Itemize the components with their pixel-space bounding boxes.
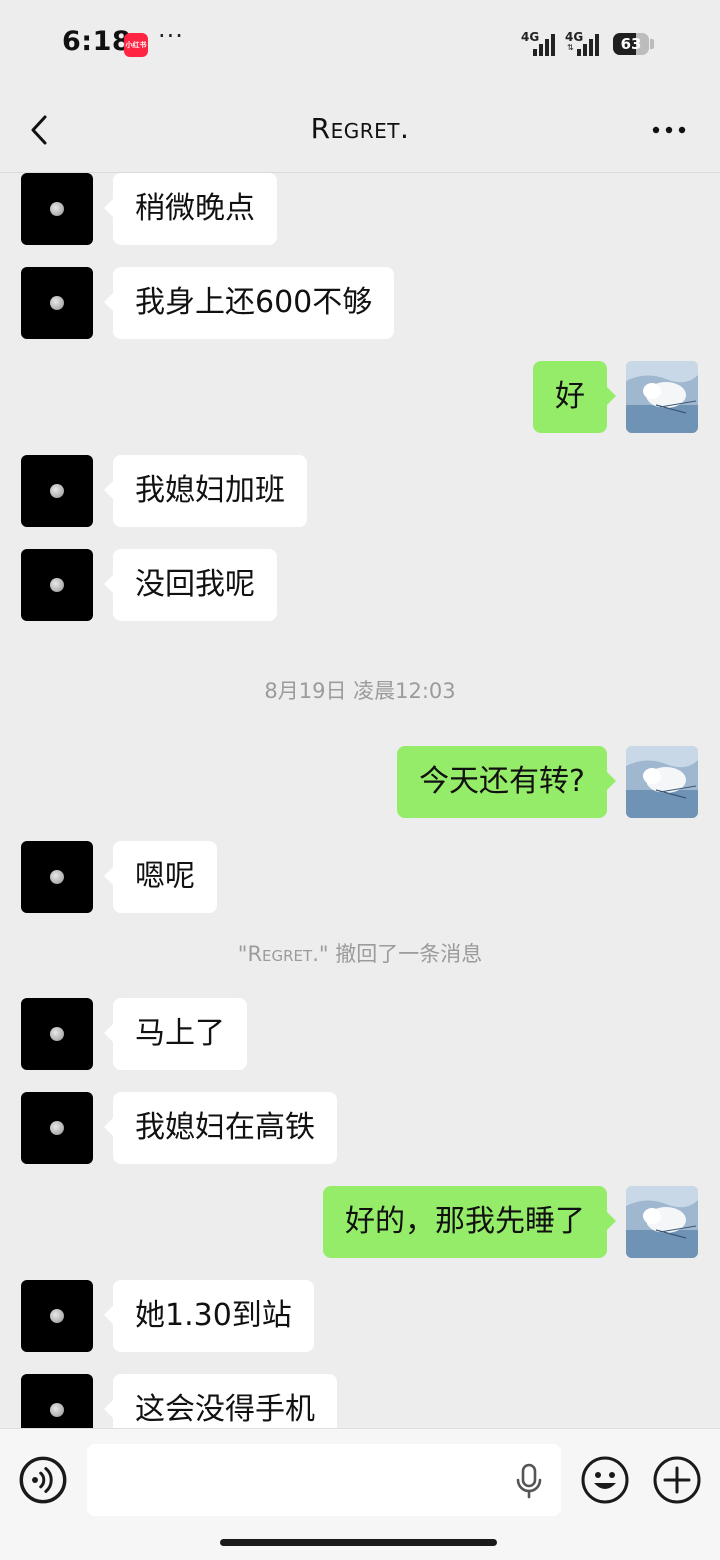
message-list[interactable]: 稍微晚点我身上还600不够好我媳妇加班没回我呢 8月19日 凌晨12:03 今天还有… bbox=[0, 173, 720, 1428]
contact-avatar[interactable] bbox=[21, 267, 93, 339]
message-bubble[interactable]: 马上了 bbox=[104, 998, 247, 1070]
contact-avatar[interactable] bbox=[21, 173, 93, 245]
outgoing-message: 好的，那我先睡了 bbox=[0, 1186, 720, 1260]
moon-icon bbox=[50, 1309, 64, 1323]
incoming-message: 她1.30到站 bbox=[0, 1280, 720, 1354]
message-bubble[interactable]: 我媳妇在高铁 bbox=[104, 1092, 337, 1164]
incoming-message: 我媳妇加班 bbox=[0, 455, 720, 529]
contact-avatar[interactable] bbox=[21, 841, 93, 913]
incoming-message: 我身上还600不够 bbox=[0, 267, 720, 341]
avatar-image bbox=[626, 746, 698, 818]
signal-bars-icon bbox=[533, 34, 557, 56]
avatar-image bbox=[626, 1186, 698, 1258]
message-bubble[interactable]: 嗯呢 bbox=[104, 841, 217, 913]
my-avatar[interactable] bbox=[626, 1186, 698, 1258]
data-arrows-icon: ⇅ bbox=[567, 43, 574, 52]
moon-icon bbox=[50, 202, 64, 216]
message-bubble[interactable]: 没回我呢 bbox=[104, 549, 277, 621]
incoming-message: 马上了 bbox=[0, 998, 720, 1072]
incoming-message: 嗯呢 bbox=[0, 841, 720, 915]
more-notifications-icon: ··· bbox=[158, 22, 184, 50]
message-bubble[interactable]: 我媳妇加班 bbox=[104, 455, 307, 527]
message-bubble[interactable]: 我身上还600不够 bbox=[103, 267, 395, 339]
battery-icon: 63 bbox=[613, 33, 649, 55]
back-icon[interactable] bbox=[22, 110, 62, 150]
incoming-message: 这会没得手机 bbox=[0, 1374, 720, 1428]
recall-notice-text: 撤回了一条消息 bbox=[328, 942, 483, 966]
message-bubble[interactable]: 稍微晚点 bbox=[104, 173, 277, 245]
moon-icon bbox=[50, 870, 64, 884]
recall-notice-name: "Regret." bbox=[237, 942, 329, 966]
incoming-message: 稍微晚点 bbox=[0, 173, 720, 247]
outgoing-message: 好 bbox=[0, 361, 720, 435]
moon-icon bbox=[50, 1121, 64, 1135]
contact-avatar[interactable] bbox=[21, 1280, 93, 1352]
incoming-message: 没回我呢 bbox=[0, 549, 720, 623]
contact-avatar[interactable] bbox=[21, 998, 93, 1070]
outgoing-message: 今天还有转? bbox=[0, 746, 720, 820]
battery-level: 63 bbox=[620, 35, 642, 53]
recall-notice: "Regret." 撤回了一条消息 bbox=[0, 938, 720, 968]
status-time: 6:18 bbox=[62, 26, 132, 57]
message-bubble[interactable]: 好 bbox=[533, 361, 616, 433]
message-bubble[interactable]: 今天还有转? bbox=[397, 746, 616, 818]
plus-icon[interactable] bbox=[652, 1455, 702, 1505]
moon-icon bbox=[50, 484, 64, 498]
voice-icon[interactable] bbox=[19, 1456, 67, 1504]
more-icon[interactable] bbox=[644, 110, 694, 150]
incoming-message: 我媳妇在高铁 bbox=[0, 1092, 720, 1166]
moon-icon bbox=[50, 578, 64, 592]
contact-avatar[interactable] bbox=[21, 455, 93, 527]
my-avatar[interactable] bbox=[626, 361, 698, 433]
chat-title: Regret. bbox=[310, 112, 410, 145]
moon-icon bbox=[50, 1027, 64, 1041]
status-bar: 6:18 小红书 ··· 4G 4G ⇅ 63 bbox=[0, 0, 720, 90]
contact-avatar[interactable] bbox=[21, 549, 93, 621]
battery-cap bbox=[650, 39, 654, 49]
timestamp-divider: 8月19日 凌晨12:03 bbox=[264, 679, 456, 703]
my-avatar[interactable] bbox=[626, 746, 698, 818]
avatar-image bbox=[626, 361, 698, 433]
message-bubble[interactable]: 她1.30到站 bbox=[104, 1280, 314, 1352]
message-input[interactable] bbox=[87, 1444, 561, 1516]
message-bubble[interactable]: 这会没得手机 bbox=[104, 1374, 337, 1428]
contact-avatar[interactable] bbox=[21, 1374, 93, 1428]
contact-avatar[interactable] bbox=[21, 1092, 93, 1164]
signal-bars-icon bbox=[577, 34, 601, 56]
emoji-icon[interactable] bbox=[580, 1455, 630, 1505]
mic-icon[interactable] bbox=[513, 1462, 545, 1500]
home-indicator[interactable] bbox=[220, 1539, 497, 1546]
moon-icon bbox=[50, 296, 64, 310]
message-bubble[interactable]: 好的，那我先睡了 bbox=[323, 1186, 616, 1258]
chat-header: Regret. bbox=[0, 90, 720, 173]
moon-icon bbox=[50, 1403, 64, 1417]
app-notification-badge: 小红书 bbox=[124, 33, 148, 57]
